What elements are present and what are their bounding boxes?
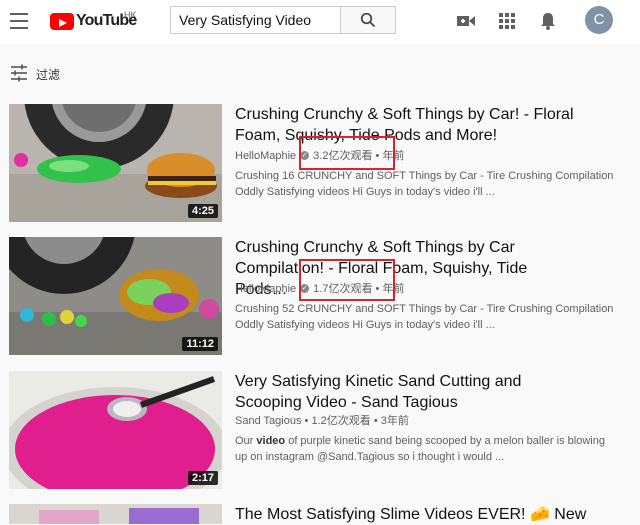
video-camera-icon[interactable]: [456, 11, 476, 31]
search-icon: [360, 12, 376, 28]
video-description: Our video of purple kinetic sand being s…: [235, 433, 615, 465]
video-result[interactable]: 4:25 Crushing Crunchy & Soft Things by C…: [0, 104, 640, 226]
filter-sliders-icon: [11, 64, 27, 82]
video-result[interactable]: 11:12 Crushing Crunchy & Soft Things by …: [0, 237, 640, 359]
video-description: Crushing 52 CRUNCHY and SOFT Things by C…: [235, 301, 615, 333]
bell-icon[interactable]: [538, 11, 558, 31]
channel-name[interactable]: HelloMaphie: [235, 283, 296, 295]
video-title[interactable]: Crushing Crunchy & Soft Things by Car! -…: [235, 104, 580, 146]
search-input[interactable]: Very Satisfying Video: [170, 6, 341, 34]
thumbnail-image: [9, 504, 222, 524]
video-thumbnail[interactable]: [9, 504, 222, 524]
video-thumbnail[interactable]: 2:17: [9, 371, 222, 489]
video-duration: 2:17: [187, 471, 218, 485]
video-result[interactable]: 2:17 Very Satisfying Kinetic Sand Cuttin…: [0, 371, 640, 493]
description-line: Oddly Satisfying videos Hi Guys in today…: [235, 319, 495, 331]
logo-region: HK: [124, 10, 137, 20]
video-thumbnail[interactable]: 4:25: [9, 104, 222, 222]
channel-name[interactable]: Sand Tagious: [235, 415, 301, 427]
channel-name[interactable]: HelloMaphie: [235, 150, 296, 162]
top-header: YouTube HK Very Satisfying Video C: [0, 0, 640, 44]
video-duration: 11:12: [182, 337, 218, 351]
meta-separator: •: [304, 415, 309, 427]
meta-separator: •: [373, 415, 378, 427]
video-title[interactable]: The Most Satisfying Slime Videos EVER! 🧀…: [235, 504, 595, 525]
video-description: Crushing 16 CRUNCHY and SOFT Things by C…: [235, 168, 615, 200]
menu-icon[interactable]: [10, 13, 28, 29]
search-button[interactable]: [340, 6, 396, 34]
highlight-box: [299, 259, 395, 301]
filter-label: 过滤: [36, 68, 61, 82]
description-line: Our video of purple kinetic sand being s…: [235, 435, 605, 447]
view-count: 1.2亿次观看: [311, 415, 371, 427]
description-line: Crushing 16 CRUNCHY and SOFT Things by C…: [235, 170, 614, 182]
description-line: up on instagram @Sand.Tagious so i thoug…: [235, 451, 505, 463]
description-line: Crushing 52 CRUNCHY and SOFT Things by C…: [235, 303, 614, 315]
video-result[interactable]: The Most Satisfying Slime Videos EVER! 🧀…: [0, 504, 640, 524]
video-meta: Sand Tagious • 1.2亿次观看 • 3年前: [235, 412, 409, 428]
video-duration: 4:25: [187, 204, 218, 218]
search-input-value: Very Satisfying Video: [179, 12, 312, 28]
apps-grid-icon[interactable]: [497, 11, 517, 31]
video-title[interactable]: Very Satisfying Kinetic Sand Cutting and…: [235, 371, 580, 413]
highlight-box: [299, 136, 395, 170]
youtube-play-icon: [50, 13, 74, 30]
avatar[interactable]: C: [585, 6, 613, 34]
description-line: Oddly Satisfying videos Hi Guys in today…: [235, 186, 495, 198]
upload-age: 3年前: [380, 415, 409, 427]
video-thumbnail[interactable]: 11:12: [9, 237, 222, 355]
